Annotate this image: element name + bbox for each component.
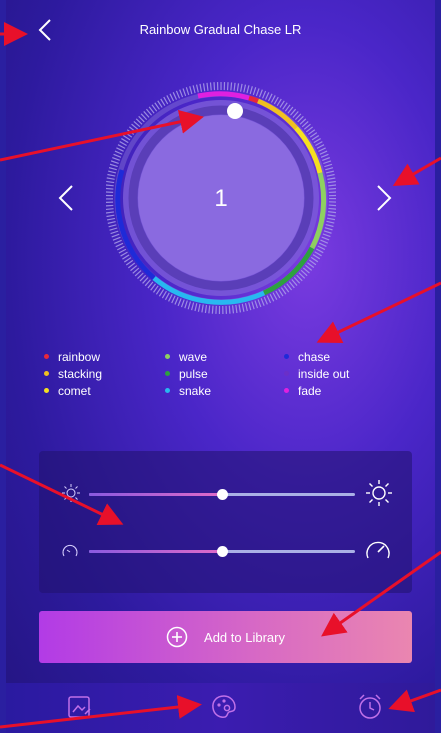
chevron-left-icon xyxy=(58,185,73,211)
page-title: Rainbow Gradual Chase LR xyxy=(139,22,302,37)
add-to-library-label: Add to Library xyxy=(204,629,285,645)
brightness-slider[interactable] xyxy=(89,489,355,500)
brightness-high-icon xyxy=(366,480,392,506)
legend-label: chase xyxy=(298,349,331,364)
legend-label: stacking xyxy=(58,366,103,381)
palette-icon xyxy=(212,695,236,718)
tab-modes[interactable] xyxy=(209,692,239,722)
legend-dot xyxy=(44,371,49,376)
legend-dot xyxy=(44,354,49,359)
legend-label: inside out xyxy=(298,366,350,381)
speed-slow-icon xyxy=(62,544,78,557)
alarm-clock-icon xyxy=(359,694,381,719)
legend-item: rainbow xyxy=(44,348,102,365)
plus-circle-icon xyxy=(166,626,188,648)
slider-panel xyxy=(39,451,412,593)
legend-label: fade xyxy=(298,383,322,398)
brightness-low-icon xyxy=(62,484,80,502)
legend-item: fade xyxy=(284,382,349,399)
dial-knob[interactable] xyxy=(227,103,243,119)
legend-column-3: chase inside out fade xyxy=(284,348,349,399)
brightness-slider-fill xyxy=(89,493,222,496)
legend-dot xyxy=(284,354,289,359)
legend-dot xyxy=(165,388,170,393)
legend-item: wave xyxy=(165,348,211,365)
legend-label: rainbow xyxy=(58,349,101,364)
legend-item: chase xyxy=(284,348,349,365)
next-mode-button[interactable] xyxy=(372,182,396,214)
dial-value: 1 xyxy=(214,185,227,212)
legend-item: comet xyxy=(44,382,102,399)
legend-dot xyxy=(165,354,170,359)
brightness-slider-row xyxy=(39,479,412,509)
legend-item: inside out xyxy=(284,365,349,382)
legend-label: pulse xyxy=(179,366,208,381)
legend-dot xyxy=(284,371,289,376)
speed-slider-thumb[interactable] xyxy=(217,546,228,557)
legend-item: stacking xyxy=(44,365,102,382)
speed-slider-row xyxy=(39,536,412,566)
legend-column-1: rainbow stacking comet xyxy=(44,348,102,399)
speed-slider[interactable] xyxy=(89,546,355,557)
header: Rainbow Gradual Chase LR xyxy=(6,0,435,60)
app-screen: Rainbow Gradual Chase LR 1 rainbow stack… xyxy=(6,0,435,733)
legend-column-2: wave pulse snake xyxy=(165,348,211,399)
legend-dot xyxy=(44,388,49,393)
image-edit-icon xyxy=(68,696,91,718)
legend-label: snake xyxy=(179,383,212,398)
add-to-library-button[interactable]: Add to Library xyxy=(39,611,412,663)
legend-item: snake xyxy=(165,382,211,399)
legend-label: comet xyxy=(58,383,91,398)
bottom-tab-bar xyxy=(6,683,435,733)
tab-gallery[interactable] xyxy=(65,692,95,722)
brightness-slider-thumb[interactable] xyxy=(217,489,228,500)
speed-fast-icon xyxy=(366,541,390,559)
legend-dot xyxy=(165,371,170,376)
chevron-right-icon xyxy=(377,185,392,211)
tab-timer[interactable] xyxy=(355,692,385,722)
mode-dial[interactable]: 1 xyxy=(105,80,337,320)
legend-label: wave xyxy=(179,349,208,364)
legend-dot xyxy=(284,388,289,393)
previous-mode-button[interactable] xyxy=(54,182,78,214)
speed-slider-fill xyxy=(89,550,222,553)
legend-item: pulse xyxy=(165,365,211,382)
